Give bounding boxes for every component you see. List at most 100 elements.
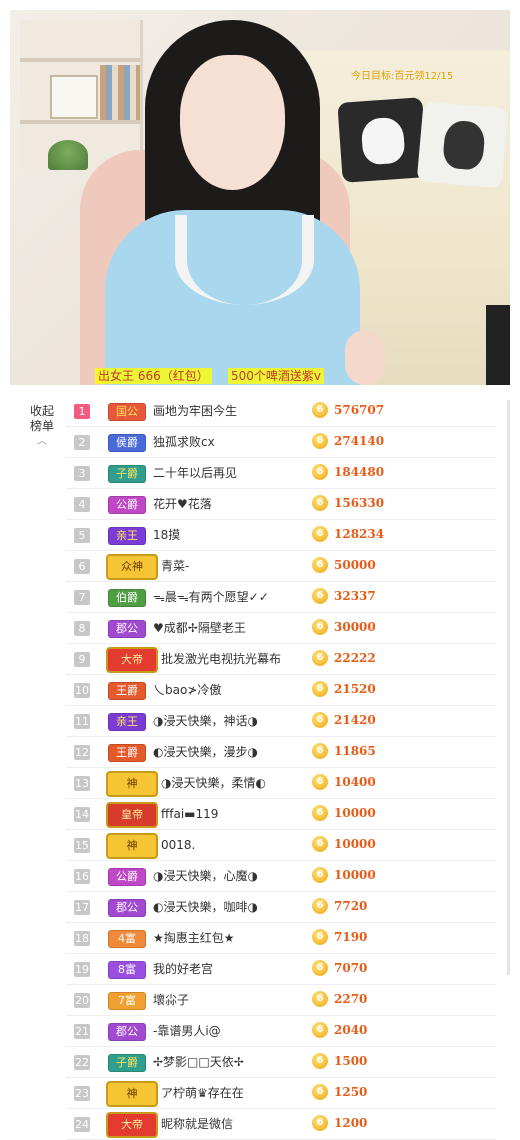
user-name[interactable]: ★掏惠主红包★	[153, 930, 235, 946]
user-name[interactable]: 独孤求败cx	[153, 434, 215, 450]
user-name[interactable]: fffai▬119	[161, 806, 218, 822]
ranking-row[interactable]: 22 子爵 ✢梦影□□天依✢ 6 1500	[66, 1047, 496, 1078]
rank-number: 17	[74, 900, 90, 915]
chevron-up-icon: ︿	[37, 436, 47, 447]
rank-number: 21	[74, 1024, 90, 1039]
ranking-row[interactable]: 3 子爵 二十年以后再见 6 184480	[66, 458, 496, 489]
ranking-row[interactable]: 2 侯爵 独孤求败cx 6 274140	[66, 427, 496, 458]
coin-icon: 6	[312, 681, 328, 697]
ranking-row[interactable]: 7 伯爵 ᯓ晨ᯓ有两个愿望✓✓ 6 32337	[66, 582, 496, 613]
ranking-row[interactable]: 19 8富 我的好老宫 6 7070	[66, 954, 496, 985]
ranking-row[interactable]: 12 王爵 ◐浸天快樂，漫步◑ 6 11865	[66, 737, 496, 768]
ranking-row[interactable]: 10 王爵 乀bao≯冷傲 6 21520	[66, 675, 496, 706]
ranking-row[interactable]: 14 皇帝 fffai▬119 6 10000	[66, 799, 496, 830]
user-name[interactable]: ◐浸天快樂，咖啡◑	[153, 899, 258, 915]
noble-badge-icon: 伯爵	[108, 589, 146, 607]
noble-badge-icon: 公爵	[108, 868, 146, 886]
scrollbar[interactable]	[507, 400, 510, 975]
contribution-score: 22222	[334, 651, 376, 665]
collapse-ranking-button[interactable]: 收起 榜单 ︿	[22, 404, 62, 449]
coin-icon: 6	[312, 867, 328, 883]
user-name[interactable]: ♥成都✢隔壁老王	[153, 620, 246, 636]
user-name[interactable]: 花开♥花落	[153, 496, 212, 512]
user-name[interactable]: 昵称就是微信	[161, 1116, 233, 1132]
user-name[interactable]: -靠谱男人i@	[153, 1023, 221, 1039]
ranking-row[interactable]: 6 众神 青菜- 6 50000	[66, 551, 496, 582]
user-name[interactable]: ◑浸天快樂，柔情◐	[161, 775, 266, 791]
rank-number: 16	[74, 869, 90, 884]
contribution-score: 576707	[334, 403, 385, 417]
ranking-row[interactable]: 24 大帝 昵称就是微信 6 1200	[66, 1109, 496, 1140]
rank-number: 18	[74, 931, 90, 946]
contribution-score: 1500	[334, 1054, 368, 1068]
rank-number: 10	[74, 683, 90, 698]
user-name[interactable]: ✢梦影□□天依✢	[153, 1054, 244, 1070]
ranking-row[interactable]: 9 大帝 批发激光电视抗光幕布 6 22222	[66, 644, 496, 675]
contribution-score: 11865	[334, 744, 376, 758]
streamer-face	[180, 55, 285, 190]
ranking-row[interactable]: 15 神 0018. 6 10000	[66, 830, 496, 861]
contribution-score: 2270	[334, 992, 368, 1006]
ranking-row[interactable]: 18 4富 ★掏惠主红包★ 6 7190	[66, 923, 496, 954]
user-name[interactable]: 画地为牢困今生	[153, 403, 237, 419]
coin-icon: 6	[312, 526, 328, 542]
coin-icon: 6	[312, 712, 328, 728]
user-name[interactable]: ◐浸天快樂，漫步◑	[153, 744, 258, 760]
contribution-score: 184480	[334, 465, 385, 479]
ranking-row[interactable]: 11 亲王 ◑浸天快樂，神话◑ 6 21420	[66, 706, 496, 737]
ranking-row[interactable]: 5 亲王 18摸 6 128234	[66, 520, 496, 551]
user-name[interactable]: ◑浸天快樂，心魔◑	[153, 868, 258, 884]
rank-number: 2	[74, 435, 90, 450]
contribution-score: 274140	[334, 434, 385, 448]
user-name[interactable]: 0018.	[161, 837, 195, 853]
rank-number: 4	[74, 497, 90, 512]
coin-icon: 6	[312, 743, 328, 759]
rank-number: 11	[74, 714, 90, 729]
noble-badge-icon: 王爵	[108, 744, 146, 762]
ranking-row[interactable]: 23 神ア柠萌♛存在在 6 1250	[66, 1078, 496, 1109]
noble-badge-icon: 郡公	[108, 899, 146, 917]
coin-icon: 6	[312, 433, 328, 449]
noble-badge-icon: 皇帝	[106, 802, 158, 828]
user-name[interactable]: 18摸	[153, 527, 180, 543]
ranking-row[interactable]: 1 国公 画地为牢困今生 6 576707	[66, 396, 496, 427]
noble-badge-icon: 子爵	[108, 1054, 146, 1072]
user-name[interactable]: 二十年以后再见	[153, 465, 237, 481]
rank-number: 23	[74, 1086, 90, 1101]
ranking-row[interactable]: 20 7富 壞尛子 6 2270	[66, 985, 496, 1016]
user-name[interactable]: ア柠萌♛存在在	[161, 1085, 244, 1101]
contribution-score: 7190	[334, 930, 368, 944]
user-name[interactable]: 批发激光电视抗光幕布	[161, 651, 281, 667]
coin-icon: 6	[312, 805, 328, 821]
noble-badge-icon: 子爵	[108, 465, 146, 483]
ranking-row[interactable]: 13 神 ◑浸天快樂，柔情◐ 6 10400	[66, 768, 496, 799]
ranking-row[interactable]: 16 公爵 ◑浸天快樂，心魔◑ 6 10000	[66, 861, 496, 892]
contribution-score: 32337	[334, 589, 376, 603]
contribution-score: 2040	[334, 1023, 368, 1037]
user-name[interactable]: 壞尛子	[153, 992, 189, 1008]
coin-icon: 6	[312, 588, 328, 604]
ranking-row[interactable]: 4 公爵 花开♥花落 6 156330	[66, 489, 496, 520]
daily-goal-text: 今日目标:百元领12/15	[351, 71, 454, 82]
user-name[interactable]: 青菜-	[161, 558, 189, 574]
user-name[interactable]: ◑浸天快樂，神话◑	[153, 713, 258, 729]
user-name[interactable]: 乀bao≯冷傲	[153, 682, 221, 698]
collapse-label-line1: 收起	[29, 404, 54, 418]
live-video-frame[interactable]: 今日目标:百元领12/15 出女王 666（红包） 500个啤酒送紫v	[10, 10, 510, 385]
ranking-row[interactable]: 17 郡公 ◐浸天快樂，咖啡◑ 6 7720	[66, 892, 496, 923]
noble-badge-icon: 郡公	[108, 620, 146, 638]
ranking-row[interactable]: 21 郡公 -靠谱男人i@ 6 2040	[66, 1016, 496, 1047]
ranking-row[interactable]: 8 郡公 ♥成都✢隔壁老王 6 30000	[66, 613, 496, 644]
contribution-score: 10000	[334, 837, 376, 851]
contribution-score: 1200	[334, 1116, 368, 1130]
coin-icon: 6	[312, 619, 328, 635]
gift-overlay-text: 出女王 666（红包）	[95, 368, 212, 384]
contribution-score: 1250	[334, 1085, 368, 1099]
user-name[interactable]: 我的好老宫	[153, 961, 213, 977]
noble-badge-icon: 国公	[108, 403, 146, 421]
coin-icon: 6	[312, 960, 328, 976]
user-name[interactable]: ᯓ晨ᯓ有两个愿望✓✓	[153, 589, 269, 605]
contribution-score: 156330	[334, 496, 385, 510]
coin-icon: 6	[312, 495, 328, 511]
coin-icon: 6	[312, 836, 328, 852]
